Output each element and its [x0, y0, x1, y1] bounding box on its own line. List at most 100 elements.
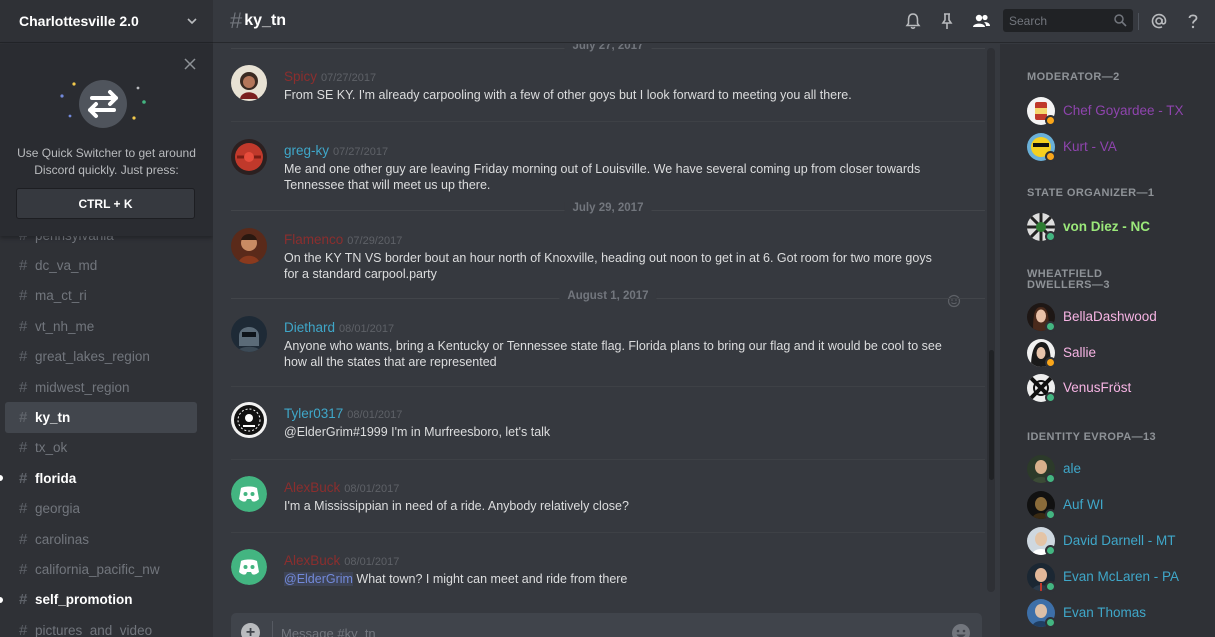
pin-icon[interactable] — [937, 11, 957, 31]
avatar[interactable] — [231, 476, 267, 512]
emoji-icon[interactable] — [951, 623, 971, 637]
channel-list: #pennsylvania#dc_va_md#ma_ct_ri#vt_nh_me… — [0, 220, 213, 637]
member-item[interactable]: Evan McLaren - PA — [1027, 563, 1207, 595]
channel-item[interactable]: # great_lakes_region — [5, 342, 197, 372]
channel-item[interactable]: # georgia — [5, 494, 197, 524]
member-item[interactable]: Kurt - VA — [1027, 133, 1207, 165]
bell-icon[interactable] — [903, 11, 923, 31]
channel-name: california_pacific_nw — [35, 561, 160, 577]
avatar[interactable] — [231, 316, 267, 352]
member-item[interactable]: Chef Goyardee - TX — [1027, 97, 1207, 129]
message-timestamp: 08/01/2017 — [339, 323, 395, 335]
avatar[interactable] — [231, 65, 267, 101]
channel-name: ky_tn — [35, 410, 71, 426]
avatar[interactable] — [231, 549, 267, 585]
channel-item[interactable]: # florida — [0, 463, 197, 493]
role-header: MODERATOR—2 — [1027, 71, 1120, 83]
hash-icon: # — [19, 530, 28, 548]
status-indicator — [1045, 545, 1056, 556]
message-input[interactable] — [281, 613, 931, 637]
hash-icon: # — [19, 439, 28, 457]
avatar[interactable] — [231, 228, 267, 264]
message-content: I'm a Mississippian in need of a ride. A… — [284, 499, 629, 513]
channel-name: georgia — [35, 501, 81, 517]
message-list: July 27, 2017 Spicy 07/27/2017 From SE KY… — [213, 44, 999, 608]
channel-item[interactable]: # carolinas — [5, 524, 197, 554]
message-author[interactable]: Tyler0317 — [284, 406, 343, 421]
message-author[interactable]: Spicy — [284, 69, 317, 84]
header-divider — [1138, 13, 1139, 30]
role-header: IDENTITY EVROPA—13 — [1027, 431, 1157, 443]
channel-item[interactable]: # pictures_and_video — [5, 615, 197, 637]
channel-name: vt_nh_me — [35, 318, 95, 334]
hash-icon: # — [19, 591, 28, 609]
message: AlexBuck 08/01/2017 I'm a Mississippian i… — [231, 476, 981, 518]
message-author[interactable]: greg-ky — [284, 143, 329, 158]
avatar[interactable] — [231, 139, 267, 175]
message-timestamp: 08/01/2017 — [344, 556, 400, 568]
member-name: Auf WI — [1063, 497, 1104, 512]
channel-item[interactable]: # dc_va_md — [5, 250, 197, 280]
date-divider: August 1, 2017 — [231, 290, 985, 302]
member-item[interactable]: von Diez - NC — [1027, 213, 1207, 245]
member-item[interactable]: Auf WI — [1027, 491, 1207, 523]
quick-switcher-shortcut[interactable]: CTRL + K — [16, 188, 195, 219]
hash-icon: # — [230, 8, 243, 33]
channel-item[interactable]: # tx_ok — [5, 433, 197, 463]
message-author[interactable]: Diethard — [284, 320, 335, 335]
avatar[interactable] — [231, 402, 267, 438]
message-separator — [231, 386, 985, 387]
message-timestamp: 08/01/2017 — [344, 483, 400, 495]
members-icon[interactable] — [971, 11, 991, 31]
message-content: Anyone who wants, bring a Kentucky or Te… — [284, 339, 942, 369]
channel-item[interactable]: # midwest_region — [5, 372, 197, 402]
search-icon[interactable] — [1113, 13, 1127, 27]
message-separator — [231, 532, 985, 533]
channel-item[interactable]: # vt_nh_me — [5, 311, 197, 341]
channel-item[interactable]: # ma_ct_ri — [5, 281, 197, 311]
close-icon[interactable] — [184, 58, 196, 70]
search-input[interactable] — [1003, 9, 1107, 32]
member-item[interactable]: Evan Thomas — [1027, 599, 1207, 631]
member-name: Kurt - VA — [1063, 139, 1117, 154]
add-reaction-icon[interactable] — [947, 294, 961, 308]
message-author[interactable]: AlexBuck — [284, 480, 340, 495]
message-separator — [231, 121, 985, 122]
channel-name: self_promotion — [35, 592, 133, 608]
user-mention[interactable]: @ElderGrim — [284, 572, 353, 586]
search-box[interactable] — [1003, 9, 1133, 32]
member-item[interactable]: VenusFröst — [1027, 374, 1207, 406]
message-author[interactable]: AlexBuck — [284, 553, 340, 568]
quick-switcher-icon — [60, 80, 146, 128]
member-name: ale — [1063, 461, 1082, 476]
hash-icon: # — [19, 621, 28, 637]
quick-switcher-tip: Use Quick Switcher to get around Discord… — [0, 44, 213, 236]
server-header[interactable]: Charlottesville 2.0 — [0, 0, 213, 43]
scrollbar-track[interactable] — [987, 48, 995, 592]
message-author[interactable]: Flamenco — [284, 232, 343, 247]
member-item[interactable]: BellaDashwood — [1027, 303, 1207, 335]
hash-icon: # — [19, 409, 28, 427]
status-indicator — [1045, 581, 1056, 592]
date-divider: July 29, 2017 — [231, 202, 985, 214]
status-indicator — [1045, 392, 1056, 403]
mention-icon[interactable] — [1149, 11, 1169, 31]
date-label: August 1, 2017 — [559, 290, 657, 302]
channel-item[interactable]: # self_promotion — [0, 585, 197, 615]
channel-name: carolinas — [35, 531, 90, 547]
hash-icon: # — [19, 378, 28, 396]
member-item[interactable]: Sallie — [1027, 339, 1207, 371]
channel-name: pictures_and_video — [35, 622, 153, 637]
channel-item[interactable]: # ky_tn — [5, 402, 197, 433]
help-icon[interactable] — [1183, 11, 1203, 31]
upload-button[interactable]: + — [241, 623, 260, 637]
member-name: VenusFröst — [1063, 380, 1132, 395]
member-item[interactable]: David Darnell - MT — [1027, 527, 1207, 559]
member-item[interactable]: ale — [1027, 455, 1207, 487]
scrollbar-thumb[interactable] — [989, 350, 994, 480]
channel-item[interactable]: # california_pacific_nw — [5, 554, 197, 584]
chevron-down-icon[interactable] — [187, 16, 197, 26]
status-indicator — [1045, 509, 1056, 520]
hash-icon: # — [19, 560, 28, 578]
status-indicator — [1045, 151, 1056, 162]
